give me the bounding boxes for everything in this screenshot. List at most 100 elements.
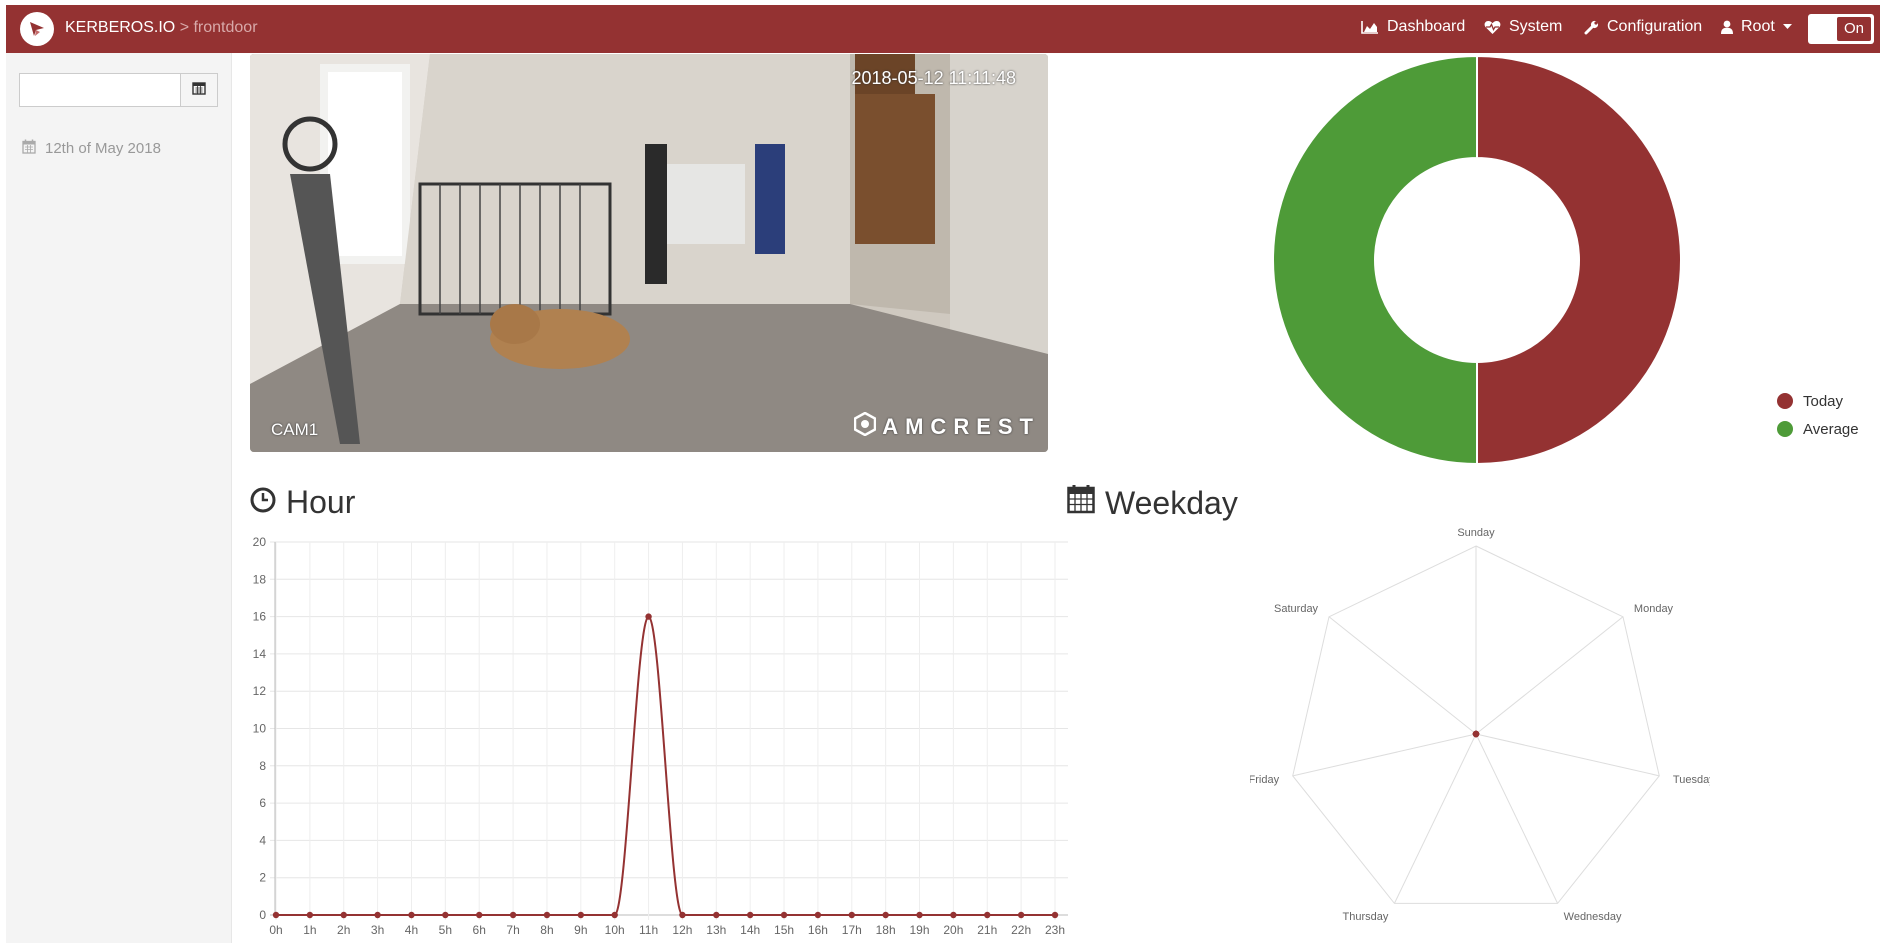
area-chart-icon — [1361, 20, 1379, 34]
radar-spoke — [1393, 733, 1477, 904]
doughnut-slice-average[interactable] — [1272, 54, 1478, 466]
legend-label-average: Average — [1803, 420, 1859, 438]
hour-line-chart: 0 2 4 6 8 10 12 14 16 18 20 0h 1h 2h 3h 4h 5h 6h 7h 8h 9h 10h… — [253, 535, 1068, 937]
hour-data-point[interactable] — [340, 911, 347, 919]
x-tick-label: 3h — [371, 923, 384, 937]
y-tick-label: 12 — [253, 684, 267, 698]
hour-data-point[interactable] — [476, 911, 483, 919]
radar-spoke — [1292, 733, 1477, 777]
x-tick-label: 16h — [808, 923, 828, 937]
x-tick-label: 11h — [639, 923, 658, 937]
x-tick-label: 21h — [977, 923, 997, 937]
camera-snapshot[interactable]: 2018-05-12 11:11:48 CAM1 AMCREST — [250, 54, 1048, 452]
calendar-button[interactable] — [180, 73, 218, 107]
hour-data-point[interactable] — [679, 911, 686, 919]
camera-brand-text: AMCREST — [882, 414, 1040, 439]
nav-configuration[interactable]: Configuration — [1584, 18, 1702, 36]
camera-label: CAM1 — [271, 420, 319, 439]
legend-item-today[interactable]: Today — [1777, 387, 1859, 415]
radar-data-point[interactable] — [1472, 730, 1480, 738]
hour-data-point[interactable] — [1051, 911, 1059, 919]
hour-data-point[interactable] — [509, 911, 517, 919]
doughnut-chart — [1272, 54, 1682, 466]
y-tick-label: 18 — [253, 572, 267, 586]
selected-date: 12th of May 2018 — [22, 139, 161, 158]
legend-swatch-today — [1777, 393, 1793, 409]
brand-breadcrumb: KERBEROS.IO > frontdoor — [65, 19, 258, 37]
y-tick-label: 4 — [259, 833, 266, 847]
hour-data-point[interactable] — [713, 911, 720, 919]
hour-data-point[interactable] — [814, 911, 822, 919]
hour-data-point[interactable] — [577, 911, 585, 919]
status-toggle[interactable]: On — [1808, 14, 1874, 44]
amcrest-logo-icon — [853, 411, 877, 442]
hour-data-point[interactable] — [916, 911, 923, 919]
radar-spoke — [1475, 733, 1660, 777]
camera-name: frontdoor — [193, 19, 258, 36]
x-tick-label: 9h — [574, 923, 587, 937]
nav-user-label: Root — [1741, 18, 1775, 35]
hour-data-point[interactable] — [984, 911, 991, 919]
heartbeat-icon — [1484, 20, 1501, 35]
legend-item-average[interactable]: Average — [1777, 415, 1859, 443]
x-tick-label: 1h — [303, 923, 316, 937]
brand-name[interactable]: KERBEROS.IO — [65, 19, 175, 36]
hour-data-point[interactable] — [543, 911, 551, 919]
selected-date-label: 12th of May 2018 — [45, 140, 161, 157]
radar-label-saturday: Saturday — [1274, 603, 1319, 615]
kerberos-logo[interactable] — [20, 12, 54, 46]
x-tick-label: 10h — [605, 923, 625, 937]
nav-dashboard[interactable]: Dashboard — [1361, 18, 1465, 36]
hour-data-point[interactable] — [848, 911, 855, 919]
doughnut-slice-today[interactable] — [1476, 54, 1682, 466]
nav-system-label: System — [1509, 18, 1563, 35]
hour-data-point[interactable] — [611, 911, 618, 919]
hour-data-point[interactable] — [442, 911, 449, 919]
hour-data-point[interactable] — [272, 911, 280, 919]
hour-data-point[interactable] — [408, 911, 415, 919]
x-tick-label: 8h — [540, 923, 553, 937]
hour-data-point[interactable] — [374, 911, 381, 919]
x-tick-label: 15h — [774, 923, 794, 937]
radar-label-tuesday: Tuesday — [1673, 774, 1710, 786]
hour-section-title: Hour — [250, 484, 355, 521]
radar-label-wednesday: Wednesday — [1564, 911, 1622, 923]
x-tick-label: 23h — [1045, 923, 1065, 937]
radar-label-friday: Friday — [1250, 774, 1280, 786]
breadcrumb-separator: > — [175, 19, 194, 36]
legend-swatch-average — [1777, 421, 1793, 437]
x-tick-label: 7h — [506, 923, 519, 937]
x-tick-label: 13h — [706, 923, 726, 937]
hour-data-point[interactable] — [645, 613, 652, 620]
radar-spoke — [1475, 616, 1624, 735]
weekday-section-title: Weekday — [1067, 484, 1238, 522]
camera-timestamp: 2018-05-12 11:11:48 — [851, 68, 1016, 88]
sidebar: 12th of May 2018 — [6, 53, 232, 943]
camera-scene-image — [250, 54, 1048, 452]
x-tick-label: 22h — [1011, 923, 1031, 937]
wrench-icon — [1584, 20, 1599, 35]
hour-data-point[interactable] — [780, 911, 788, 919]
hour-data-point[interactable] — [882, 911, 889, 919]
clock-icon — [250, 484, 276, 521]
nav-user-menu[interactable]: Root — [1721, 18, 1792, 36]
nav-configuration-label: Configuration — [1607, 18, 1703, 35]
nav-system[interactable]: System — [1484, 18, 1562, 36]
hour-data-point[interactable] — [950, 911, 957, 919]
doughnut-legend: Today Average — [1777, 387, 1859, 443]
hour-data-point[interactable] — [1017, 911, 1025, 919]
x-tick-label: 5h — [439, 923, 452, 937]
calendar-icon — [192, 81, 206, 100]
hour-data-point[interactable] — [746, 911, 754, 919]
radar-spoke — [1475, 733, 1559, 904]
hour-data-point[interactable] — [306, 911, 314, 919]
x-tick-label: 20h — [943, 923, 963, 937]
legend-label-today: Today — [1803, 392, 1844, 410]
camera-watermark: AMCREST — [853, 411, 1040, 442]
top-navbar: KERBEROS.IO > frontdoor Dashboard System… — [6, 5, 1880, 53]
weekday-title-text: Weekday — [1105, 484, 1238, 521]
weekday-radar-chart: Sunday Monday Tuesday Wednesday Thursday Frid… — [1250, 527, 1710, 923]
x-tick-label: 4h — [405, 923, 418, 937]
x-tick-label: 18h — [876, 923, 896, 937]
date-input[interactable] — [19, 73, 181, 107]
